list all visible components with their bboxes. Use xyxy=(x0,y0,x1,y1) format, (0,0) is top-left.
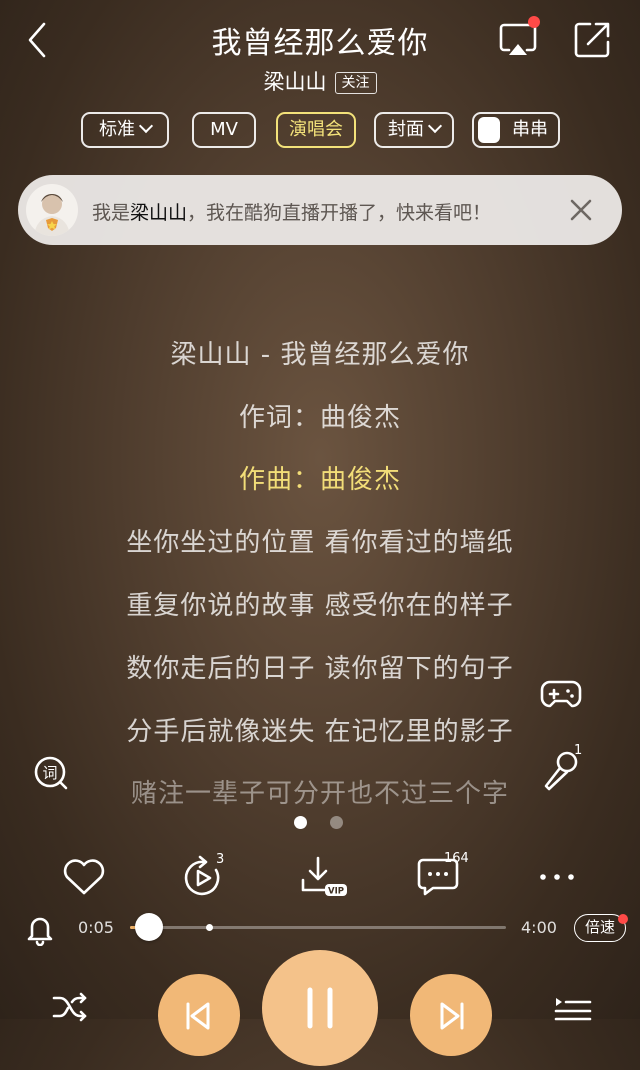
banner-anchor-name: 梁山山 xyxy=(130,202,188,224)
skip-next-icon xyxy=(440,1002,464,1030)
share-icon[interactable] xyxy=(570,18,614,62)
like-heart-icon[interactable] xyxy=(59,852,109,902)
chuanchuan-label: 串串 xyxy=(512,119,548,140)
gamepad-icon[interactable] xyxy=(540,674,582,714)
speed-notification-dot xyxy=(618,914,628,924)
more-icon[interactable] xyxy=(532,852,582,902)
download-icon[interactable]: VIP xyxy=(299,852,349,902)
bell-icon[interactable] xyxy=(24,912,56,946)
chevron-down-icon xyxy=(138,118,154,134)
chuanchuan-toggle[interactable]: 串串 xyxy=(472,112,560,148)
lyric-line: 作词：曲俊杰 xyxy=(238,403,401,433)
shuffle-icon[interactable] xyxy=(52,992,88,1022)
cast-notification-dot xyxy=(528,16,540,28)
lyric-line: 分手后就像迷失 在记忆里的影子 xyxy=(126,717,514,747)
page-dot-active[interactable] xyxy=(294,816,307,829)
toggle-knob xyxy=(478,117,500,143)
lyric-line: 重复你说的故事 感受你在的样子 xyxy=(126,591,514,621)
current-time: 0:05 xyxy=(78,918,114,937)
quality-label: 标准 xyxy=(99,119,135,140)
next-button[interactable] xyxy=(410,974,492,1056)
lyric-line: 坐你坐过的位置 看你看过的墙纸 xyxy=(126,528,514,558)
banner-message: 我是梁山山，我在酷狗直播开播了，快来看吧！ xyxy=(92,198,491,225)
song-title: 我曾经那么爱你 xyxy=(211,26,429,61)
play-pause-button[interactable] xyxy=(262,950,378,1066)
avatar xyxy=(26,184,78,236)
repeat-count: 3 xyxy=(216,852,225,867)
lyric-line-current: 作曲：曲俊杰 xyxy=(238,465,401,495)
progress-knob[interactable] xyxy=(134,913,163,941)
svg-text:词: 词 xyxy=(42,764,57,782)
banner-suffix: ，我在酷狗直播开播了，快来看吧！ xyxy=(187,202,492,224)
page-dot[interactable] xyxy=(330,816,343,829)
karaoke-count: 1 xyxy=(574,743,583,758)
quality-dropdown[interactable]: 标准 xyxy=(81,112,169,148)
concert-button[interactable]: 演唱会 xyxy=(276,112,356,148)
follow-button[interactable]: 关注 xyxy=(334,72,377,94)
vip-badge: VIP xyxy=(328,887,344,897)
playlist-icon[interactable] xyxy=(554,994,592,1022)
cover-label: 封面 xyxy=(388,119,424,140)
close-icon[interactable] xyxy=(566,195,596,225)
mv-button[interactable]: MV xyxy=(192,112,256,148)
previous-button[interactable] xyxy=(158,974,240,1056)
mv-label: MV xyxy=(210,119,238,140)
progress-track[interactable] xyxy=(130,926,506,929)
comment-count: 164 xyxy=(444,851,469,866)
artist-row: 梁山山 关注 xyxy=(0,66,640,96)
buffer-marker xyxy=(206,924,213,931)
chevron-down-icon xyxy=(427,118,443,134)
concert-label: 演唱会 xyxy=(289,119,343,140)
cover-dropdown[interactable]: 封面 xyxy=(374,112,454,148)
pause-icon xyxy=(307,987,333,1029)
skip-previous-icon xyxy=(186,1002,210,1030)
lyric-line: 梁山山 - 我曾经那么爱你 xyxy=(170,340,470,370)
artist-name[interactable]: 梁山山 xyxy=(264,70,327,94)
lyrics-mode-icon[interactable]: 词 xyxy=(32,754,70,792)
live-notification-banner[interactable]: 我是梁山山，我在酷狗直播开播了，快来看吧！ xyxy=(18,175,622,245)
banner-prefix: 我是 xyxy=(92,202,131,224)
total-time: 4:00 xyxy=(521,918,557,937)
